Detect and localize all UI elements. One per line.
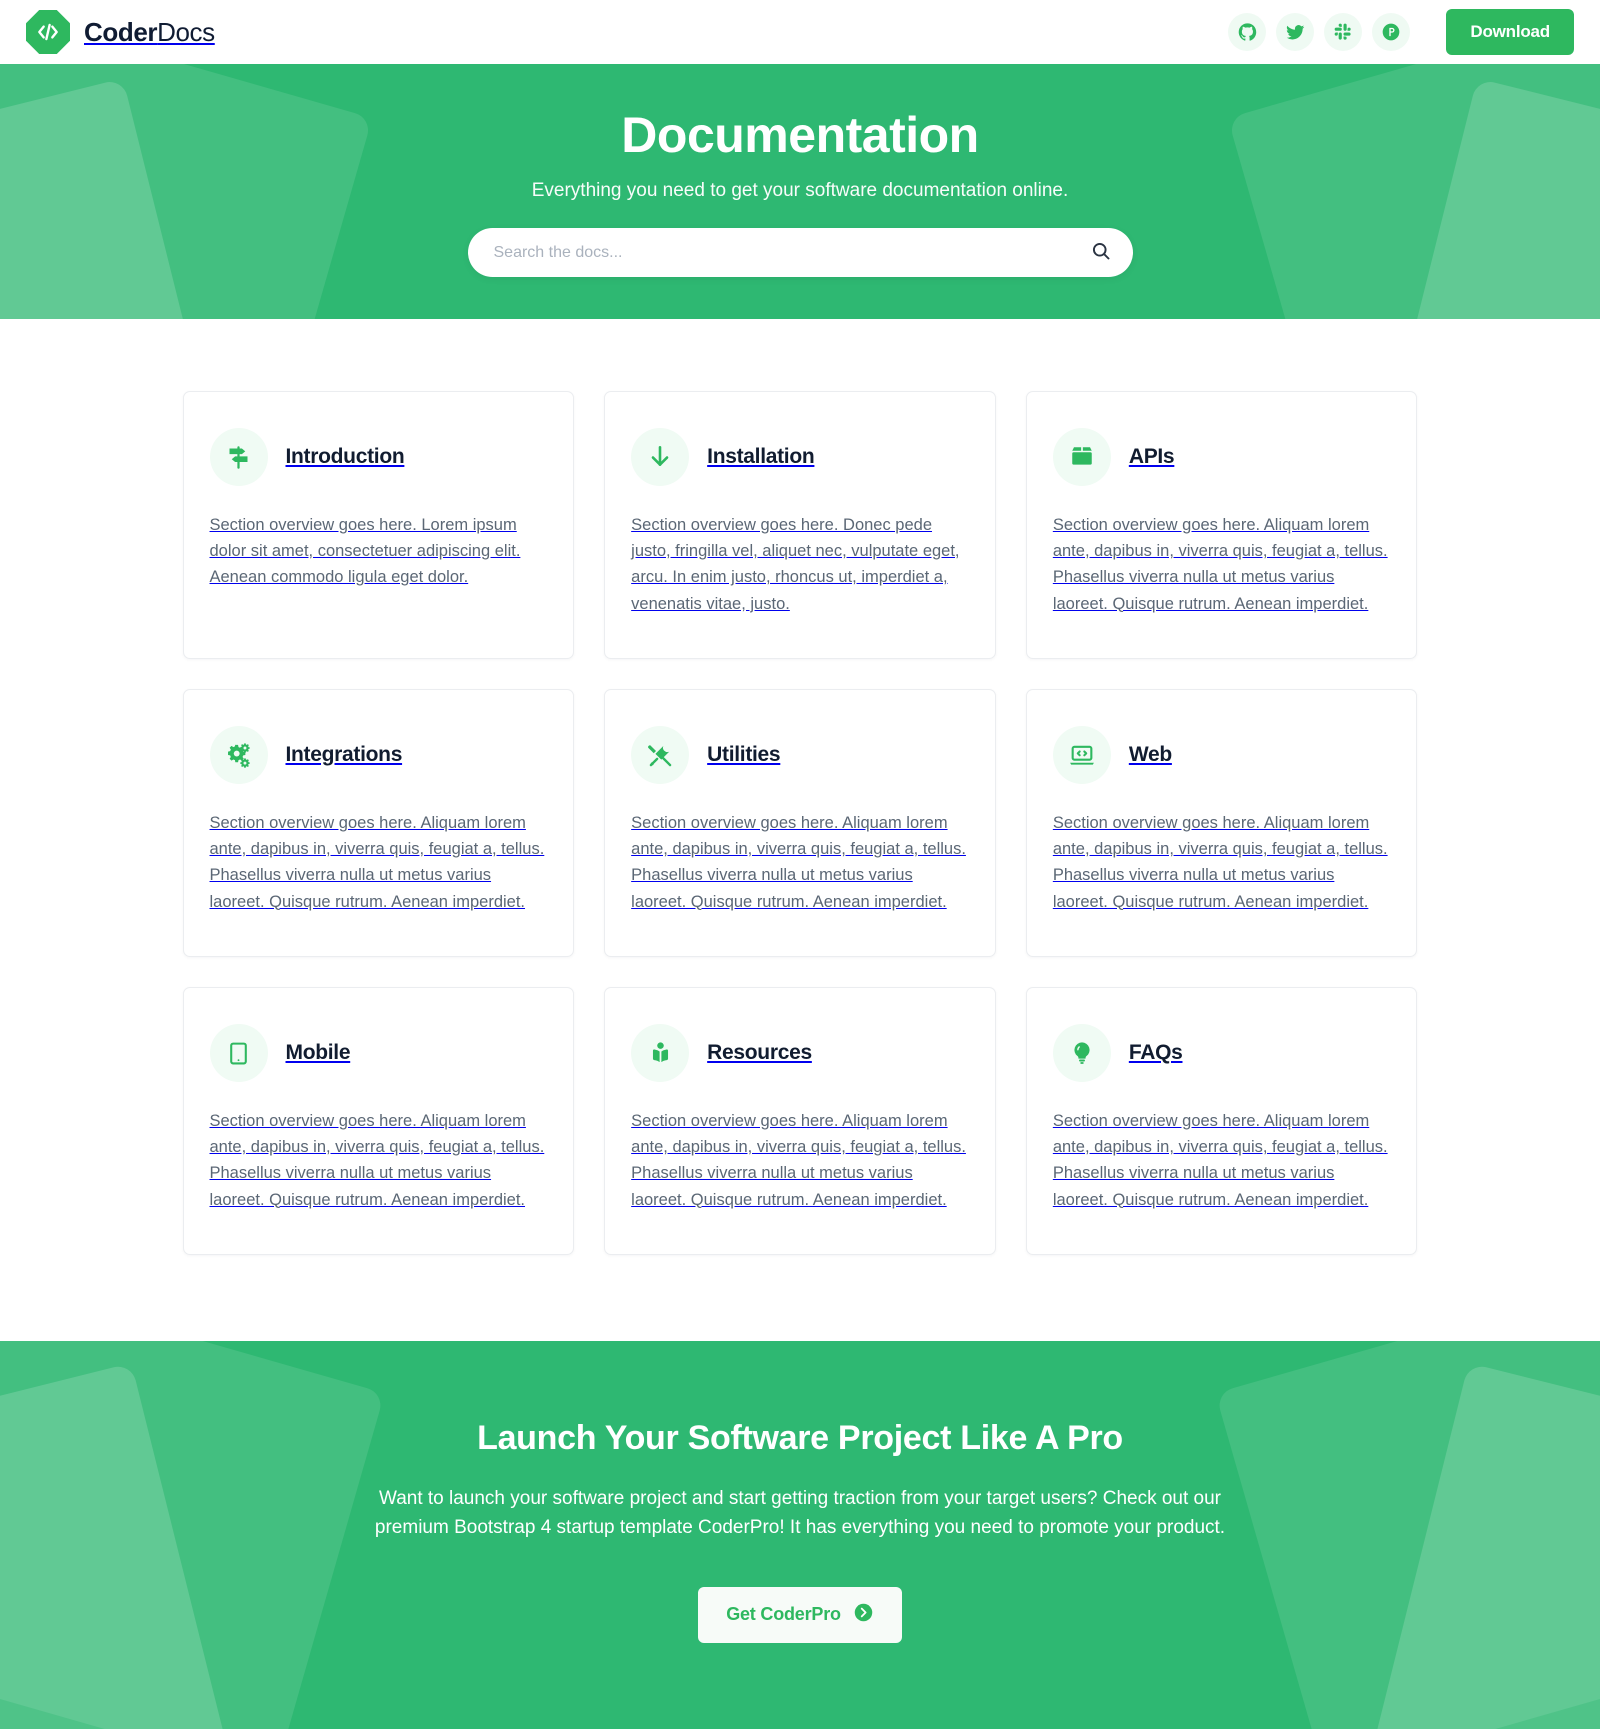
doc-card-integrations[interactable]: Integrations Section overview goes here.… xyxy=(182,689,575,957)
navbar-actions: Download xyxy=(1228,9,1574,55)
brand-text-bold: Coder xyxy=(84,16,158,47)
card-body: Section overview goes here. Aliquam lore… xyxy=(631,1112,966,1209)
slack-icon[interactable] xyxy=(1324,13,1363,51)
cta-banner: Launch Your Software Project Like A Pro … xyxy=(0,1341,1600,1729)
cta-title: Launch Your Software Project Like A Pro xyxy=(477,1419,1123,1457)
doc-card-installation[interactable]: Installation Section overview goes here.… xyxy=(604,391,996,659)
tablet-icon xyxy=(209,1024,268,1082)
card-header: Integrations xyxy=(209,726,548,784)
github-icon[interactable] xyxy=(1228,13,1267,51)
card-title: FAQs xyxy=(1128,1041,1183,1064)
card-header: Installation xyxy=(631,428,969,486)
card-header: APIs xyxy=(1052,428,1391,486)
card-body: Section overview goes here. Aliquam lore… xyxy=(1052,814,1388,911)
tools-icon xyxy=(631,726,690,784)
card-header: Introduction xyxy=(209,428,548,486)
get-coderpro-button[interactable]: Get CoderPro xyxy=(698,1586,902,1643)
lightbulb-icon xyxy=(1052,1024,1111,1082)
card-title: Introduction xyxy=(285,445,405,468)
code-brackets-icon xyxy=(26,10,70,54)
search-input[interactable] xyxy=(493,243,1083,262)
arrow-circle-right-icon xyxy=(853,1602,874,1628)
card-body: Section overview goes here. Aliquam lore… xyxy=(631,814,966,911)
card-header: Web xyxy=(1052,726,1391,784)
card-title: Resources xyxy=(707,1041,812,1064)
page-title: Documentation xyxy=(621,107,979,163)
open-book-icon xyxy=(631,1024,690,1082)
card-title: Utilities xyxy=(707,743,781,766)
card-title: Installation xyxy=(707,445,815,468)
card-body: Section overview goes here. Donec pede j… xyxy=(631,516,960,613)
box-icon xyxy=(1052,428,1111,486)
card-header: Resources xyxy=(631,1024,969,1082)
brand-text: CoderDocs xyxy=(84,17,215,48)
product-hunt-icon[interactable] xyxy=(1372,13,1411,51)
card-body: Section overview goes here. Aliquam lore… xyxy=(209,1112,545,1209)
search-button[interactable] xyxy=(1091,241,1111,264)
card-body: Section overview goes here. Aliquam lore… xyxy=(1052,1112,1388,1209)
search-bar[interactable] xyxy=(467,228,1133,277)
download-arrow-icon xyxy=(631,428,690,486)
hero-content: Documentation Everything you need to get… xyxy=(0,64,1600,319)
card-title: Web xyxy=(1128,743,1172,766)
search-icon xyxy=(1091,241,1111,264)
doc-card-web[interactable]: Web Section overview goes here. Aliquam … xyxy=(1025,689,1418,957)
brand-text-light: Docs xyxy=(157,16,215,47)
card-title: Mobile xyxy=(285,1041,351,1064)
cta-text: Want to launch your software project and… xyxy=(374,1488,1226,1539)
card-title: Integrations xyxy=(285,743,403,766)
card-header: FAQs xyxy=(1052,1024,1391,1082)
cta-content: Launch Your Software Project Like A Pro … xyxy=(0,1419,1600,1643)
card-header: Mobile xyxy=(209,1024,548,1082)
hero-subtitle: Everything you need to get your software… xyxy=(531,180,1069,201)
signpost-icon xyxy=(209,428,268,486)
gears-icon xyxy=(209,726,268,784)
laptop-code-icon xyxy=(1052,726,1111,784)
card-body: Section overview goes here. Aliquam lore… xyxy=(209,814,545,911)
card-header: Utilities xyxy=(631,726,969,784)
doc-card-apis[interactable]: APIs Section overview goes here. Aliquam… xyxy=(1025,391,1418,659)
navbar: CoderDocs Download xyxy=(0,0,1600,64)
doc-card-introduction[interactable]: Introduction Section overview goes here.… xyxy=(182,391,575,659)
doc-card-mobile[interactable]: Mobile Section overview goes here. Aliqu… xyxy=(182,987,575,1255)
card-body: Section overview goes here. Aliquam lore… xyxy=(1052,516,1388,613)
twitter-icon[interactable] xyxy=(1276,13,1315,51)
get-coderpro-label: Get CoderPro xyxy=(726,1604,841,1625)
card-body: Section overview goes here. Lorem ipsum … xyxy=(209,516,521,587)
card-title: APIs xyxy=(1128,445,1175,468)
brand-logo-link[interactable]: CoderDocs xyxy=(26,10,215,54)
docs-sections: Introduction Section overview goes here.… xyxy=(0,319,1600,1341)
doc-card-utilities[interactable]: Utilities Section overview goes here. Al… xyxy=(604,689,996,957)
doc-card-resources[interactable]: Resources Section overview goes here. Al… xyxy=(604,987,996,1255)
hero-banner: Documentation Everything you need to get… xyxy=(0,64,1600,319)
download-button[interactable]: Download xyxy=(1446,9,1574,55)
cards-grid: Introduction Section overview goes here.… xyxy=(182,391,1418,1255)
doc-card-faqs[interactable]: FAQs Section overview goes here. Aliquam… xyxy=(1025,987,1418,1255)
